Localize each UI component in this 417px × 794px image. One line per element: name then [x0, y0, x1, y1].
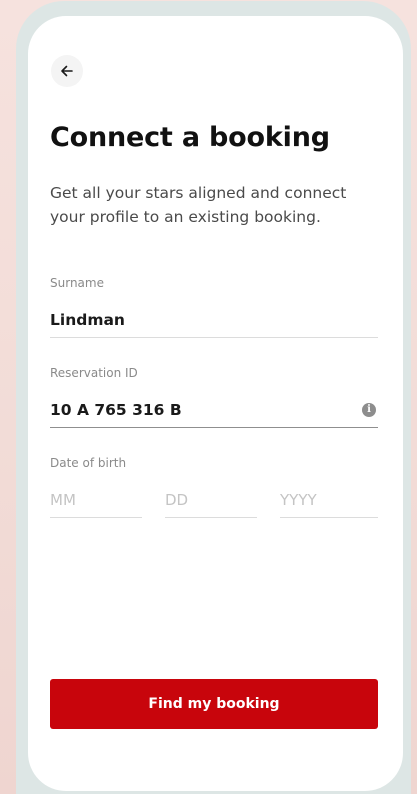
dob-month-input[interactable] [50, 482, 142, 518]
page-subtitle: Get all your stars aligned and connect y… [50, 184, 347, 226]
back-button[interactable] [51, 55, 83, 87]
surname-label: Surname [50, 276, 104, 290]
info-icon[interactable]: i [362, 403, 376, 417]
device-frame: Connect a booking Get all your stars ali… [16, 1, 411, 794]
app-screen: Connect a booking Get all your stars ali… [28, 16, 403, 791]
dob-day-input[interactable] [165, 482, 257, 518]
reservation-id-field: Reservation ID i [50, 366, 378, 428]
date-of-birth-label: Date of birth [50, 456, 127, 470]
date-of-birth-field: Date of birth [50, 456, 378, 518]
find-my-booking-button[interactable]: Find my booking [50, 679, 378, 729]
reservation-id-label: Reservation ID [50, 366, 138, 380]
arrow-left-icon [61, 65, 73, 77]
surname-input[interactable] [50, 302, 378, 338]
reservation-id-input[interactable] [50, 392, 378, 428]
dob-year-input[interactable] [280, 482, 378, 518]
page-title: Connect a booking [50, 122, 330, 153]
surname-field: Surname [50, 276, 378, 338]
